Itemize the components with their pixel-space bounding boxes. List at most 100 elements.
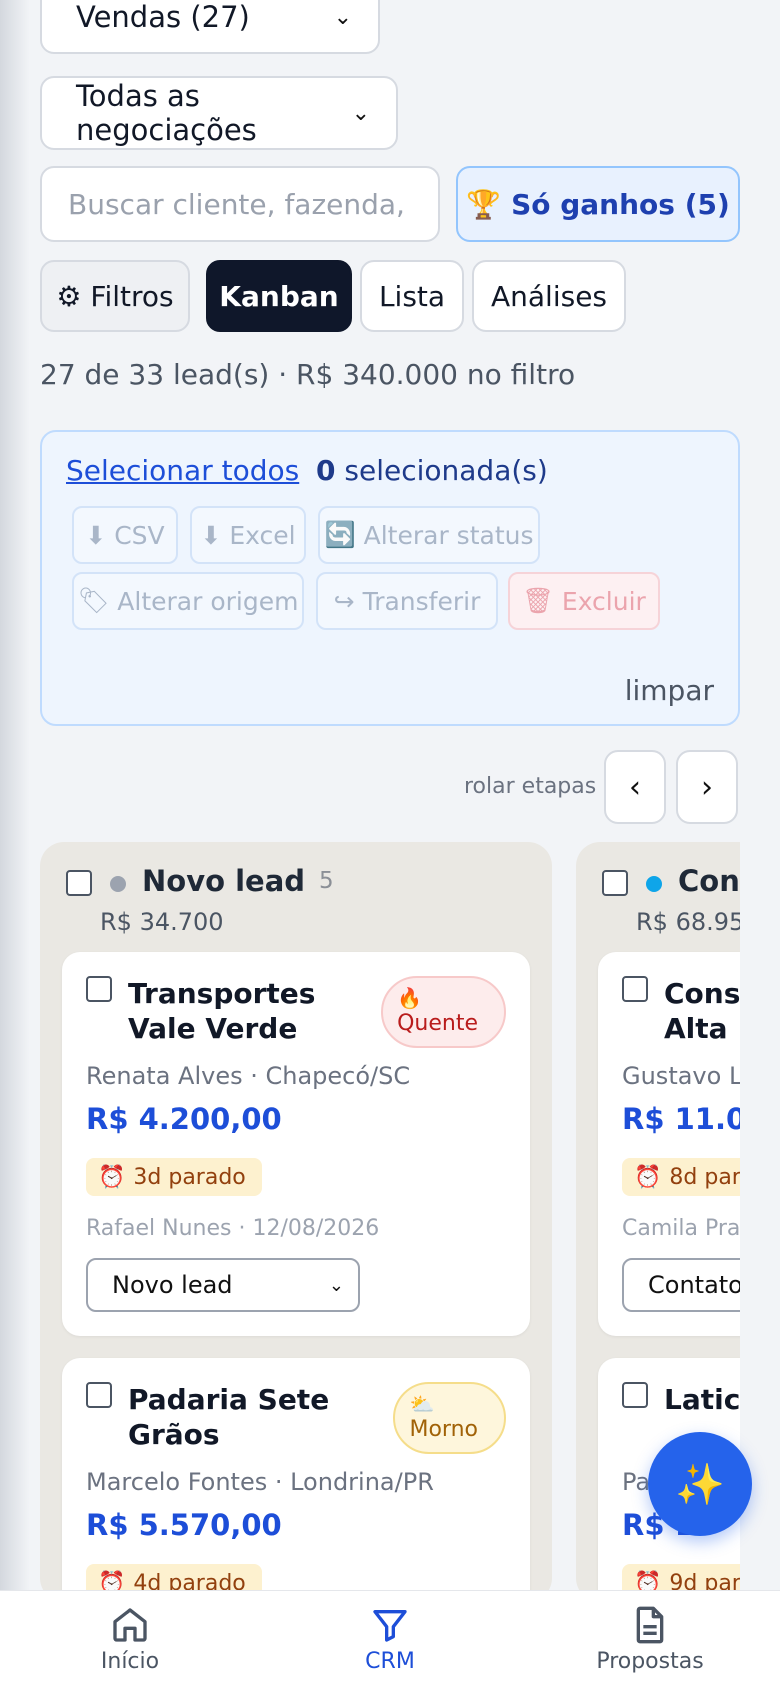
nav-item-proposals[interactable]: Propostas: [560, 1605, 740, 1674]
alarm-clock-icon: ⏰: [98, 1570, 126, 1591]
alarm-clock-icon: ⏰: [634, 1164, 662, 1190]
lead-card[interactable]: Transportes Vale Verde 🔥 Quente Renata A…: [62, 952, 530, 1336]
temperature-badge: 🔥 Quente: [381, 976, 506, 1048]
trophy-icon: 🏆: [466, 187, 502, 221]
clear-selection-link[interactable]: limpar: [625, 674, 714, 707]
deals-select-value: Todas as negociações: [76, 79, 257, 147]
lead-card[interactable]: Construtora Alta Gustavo Le R$ 11.050 ⏰ …: [598, 952, 740, 1336]
column-total: R$ 68.950: [636, 908, 740, 936]
column-total: R$ 34.700: [100, 908, 224, 936]
fire-icon: 🔥: [397, 986, 422, 1010]
select-all-link[interactable]: Selecionar todos: [66, 454, 299, 487]
only-won-label: Só ganhos (5): [511, 187, 730, 221]
stale-label: 8d parado: [669, 1164, 740, 1190]
alarm-clock-icon: ⏰: [634, 1570, 662, 1591]
nav-label: Propostas: [596, 1649, 704, 1674]
column-checkbox[interactable]: [66, 870, 92, 896]
delete-label: Excluir: [561, 586, 646, 616]
funnel-icon: [373, 1610, 407, 1642]
pipeline-select-value: Vendas (27): [76, 0, 250, 34]
stage-dot: [110, 876, 126, 892]
stage-select[interactable]: Contato ⌄: [622, 1258, 740, 1312]
card-checkbox[interactable]: [86, 1382, 112, 1408]
stale-label: 3d parado: [133, 1164, 246, 1190]
export-excel-button[interactable]: ⬇ Excel: [190, 506, 306, 564]
transfer-label: Transferir: [362, 586, 481, 616]
tab-list[interactable]: Lista: [360, 260, 464, 332]
chevron-down-icon: ⌄: [328, 1274, 344, 1296]
card-value: R$ 5.570,00: [86, 1508, 282, 1542]
chevron-down-icon: ⌄: [333, 4, 352, 30]
sparkles-icon: ✨: [675, 1461, 725, 1508]
export-csv-label: ⬇ CSV: [85, 520, 165, 550]
change-status-label: Alterar status: [363, 520, 534, 550]
pipeline-select[interactable]: Vendas (27) ⌄: [40, 0, 380, 54]
chevron-down-icon: ⌄: [351, 100, 370, 126]
card-value: R$ 4.200,00: [86, 1102, 282, 1136]
edge-shadow: [0, 0, 30, 1590]
card-contact: Marcelo Fontes · Londrina/PR: [86, 1468, 434, 1496]
delete-button[interactable]: 🗑 Excluir: [508, 572, 660, 630]
alarm-clock-icon: ⏰: [98, 1164, 126, 1190]
tab-kanban-label: Kanban: [219, 279, 339, 313]
scroll-prev-button[interactable]: ‹: [604, 750, 666, 824]
change-status-button[interactable]: 🔄 Alterar status: [318, 506, 540, 564]
temperature-label: Quente: [397, 1011, 478, 1036]
chevron-right-icon: ›: [701, 769, 713, 805]
trash-icon: 🗑: [522, 586, 554, 615]
scroll-next-button[interactable]: ›: [676, 750, 738, 824]
tab-kanban[interactable]: Kanban: [206, 260, 352, 332]
transfer-icon: ↪: [333, 586, 355, 616]
card-title: Padaria Sete Grãos: [128, 1383, 330, 1451]
export-csv-button[interactable]: ⬇ CSV: [72, 506, 178, 564]
column-checkbox[interactable]: [602, 870, 628, 896]
leads-summary: 27 de 33 lead(s) · R$ 340.000 no filtro: [40, 358, 576, 391]
selected-count: 0 selecionada(s): [316, 454, 548, 487]
search-input[interactable]: Buscar cliente, fazenda,: [40, 166, 440, 242]
only-won-button[interactable]: 🏆 Só ganhos (5): [456, 166, 740, 242]
card-owner: Rafael Nunes · 12/08/2026: [86, 1216, 380, 1241]
card-contact: Renata Alves · Chapecó/SC: [86, 1062, 411, 1090]
selected-count-label: selecionada(s): [344, 454, 548, 487]
filters-button[interactable]: ⚙ Filtros: [40, 260, 190, 332]
nav-item-crm[interactable]: CRM: [300, 1605, 480, 1674]
stale-label: 9d parado: [669, 1570, 740, 1591]
transfer-button[interactable]: ↪ Transferir: [316, 572, 498, 630]
column-title: Novo lead: [142, 864, 306, 898]
card-owner: Camila Prad: [622, 1216, 740, 1241]
stale-badge: ⏰ 3d parado: [86, 1158, 262, 1196]
temperature-badge: ⛅ Morno: [393, 1382, 506, 1454]
stage-dot: [646, 876, 662, 892]
tag-icon: 🏷: [77, 586, 110, 615]
card-checkbox[interactable]: [622, 976, 648, 1002]
stage-select[interactable]: Novo lead ⌄: [86, 1258, 360, 1312]
tab-analytics[interactable]: Análises: [472, 260, 626, 332]
card-checkbox[interactable]: [622, 1382, 648, 1408]
stage-select-value: Novo lead: [112, 1271, 233, 1299]
selected-count-number: 0: [316, 454, 336, 487]
change-origin-button[interactable]: 🏷 Alterar origem: [72, 572, 304, 630]
refresh-icon: 🔄: [324, 520, 356, 549]
nav-label: Início: [100, 1649, 160, 1674]
document-icon: [636, 1606, 664, 1644]
ai-assistant-button[interactable]: ✨: [648, 1432, 752, 1536]
card-title: Transportes Vale Verde: [128, 977, 316, 1045]
kanban-board: Novo lead 5 R$ 34.700 Transportes Vale V…: [40, 842, 740, 1590]
card-title: Construtora Alta: [664, 977, 740, 1045]
temperature-label: Morno: [409, 1417, 478, 1442]
change-origin-label: Alterar origem: [117, 586, 299, 616]
nav-item-home[interactable]: Início: [40, 1605, 220, 1674]
stale-badge: ⏰ 8d parado: [622, 1158, 740, 1196]
stale-badge: ⏰ 9d parado: [622, 1564, 740, 1590]
card-checkbox[interactable]: [86, 976, 112, 1002]
search-placeholder: Buscar cliente, fazenda,: [68, 187, 405, 221]
tab-analytics-label: Análises: [490, 279, 608, 313]
chevron-left-icon: ‹: [629, 769, 641, 805]
kanban-column: Novo lead 5 R$ 34.700 Transportes Vale V…: [40, 842, 552, 1590]
bottom-nav: Início CRM Propostas: [0, 1590, 780, 1688]
column-count: 5: [319, 868, 334, 894]
deals-select[interactable]: Todas as negociações ⌄: [40, 76, 398, 150]
lead-card[interactable]: Padaria Sete Grãos ⛅ Morno Marcelo Fonte…: [62, 1358, 530, 1590]
stage-select-value: Contato: [648, 1271, 740, 1299]
stale-badge: ⏰ 4d parado: [86, 1564, 262, 1590]
